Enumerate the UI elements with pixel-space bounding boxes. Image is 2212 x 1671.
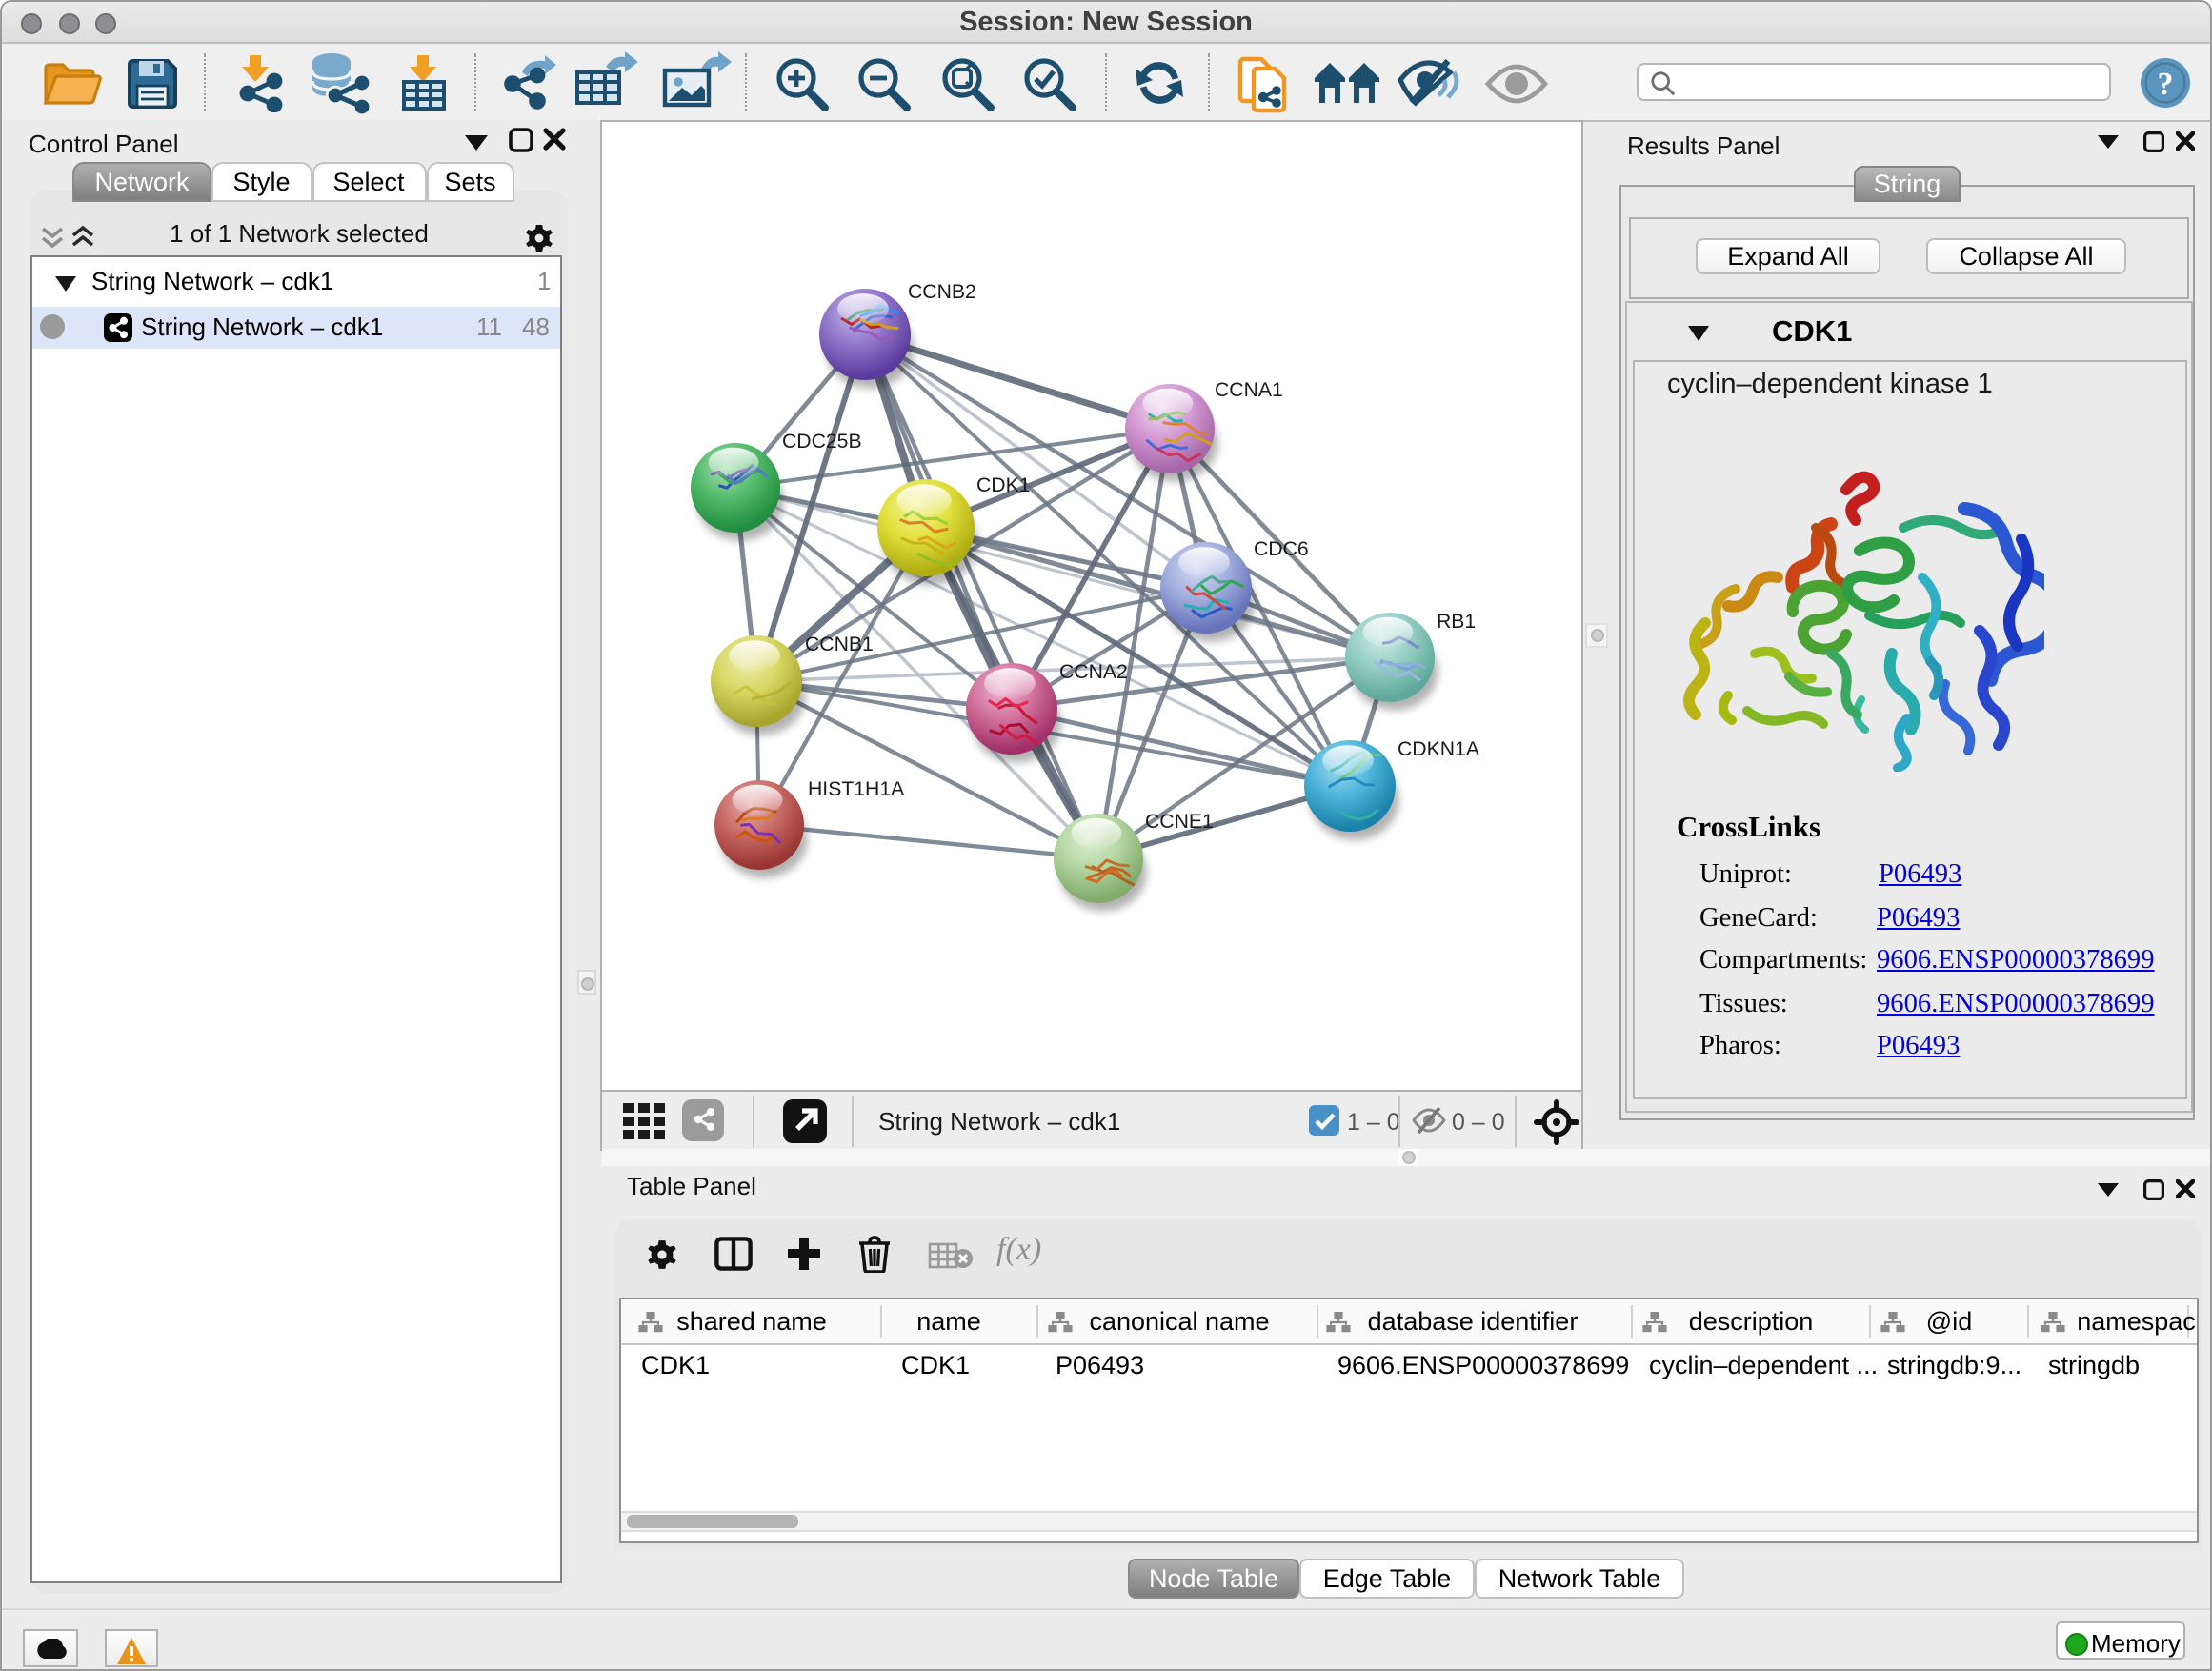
svg-text:CCNA1: CCNA1 [1215, 379, 1283, 401]
svg-text:CCNB2: CCNB2 [908, 281, 976, 303]
svg-text:CCNE1: CCNE1 [1145, 811, 1214, 833]
svg-text:HIST1H1A: HIST1H1A [808, 778, 905, 800]
svg-text:CCNB1: CCNB1 [805, 634, 874, 655]
svg-text:RB1: RB1 [1437, 611, 1476, 633]
svg-text:CCNA2: CCNA2 [1059, 661, 1128, 683]
svg-text:CDKN1A: CDKN1A [1398, 738, 1480, 760]
svg-text:CDK1: CDK1 [976, 474, 1031, 496]
svg-text:CDC6: CDC6 [1254, 538, 1309, 560]
svg-text:?: ? [2158, 67, 2174, 102]
svg-text:CDC25B: CDC25B [782, 431, 862, 453]
